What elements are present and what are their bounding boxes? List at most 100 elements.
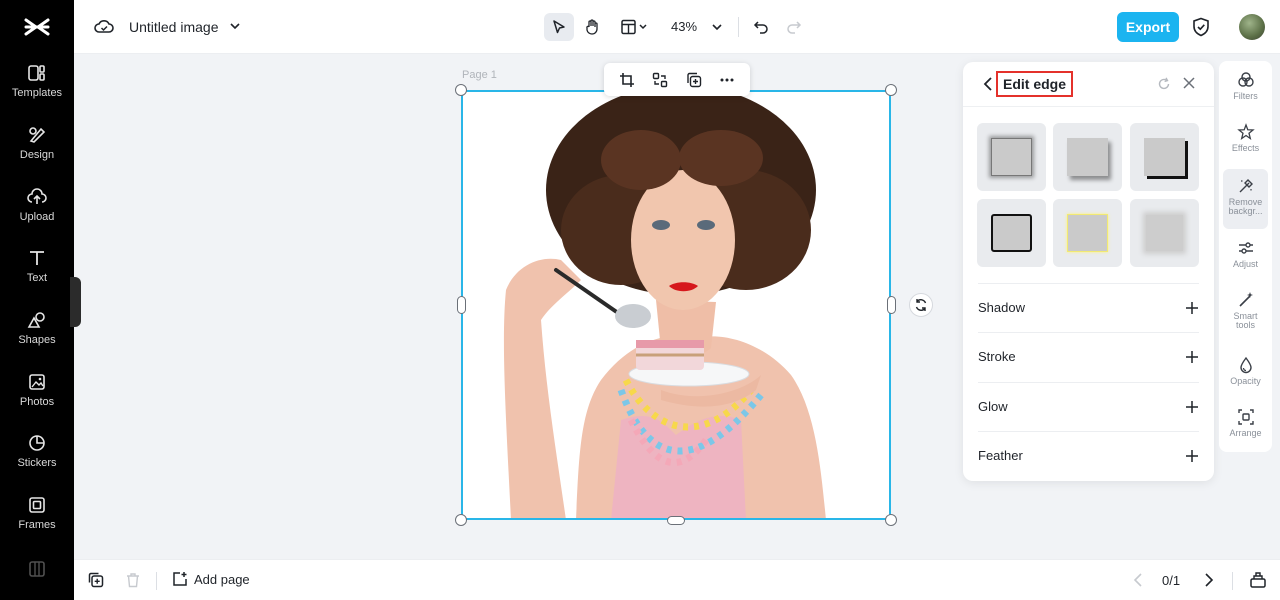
- sidebar-item-photos[interactable]: Photos: [0, 361, 74, 417]
- rail-item-arrange[interactable]: Arrange: [1223, 408, 1268, 454]
- add-page-button[interactable]: Add page: [172, 571, 250, 587]
- chevron-down-icon: [712, 24, 722, 31]
- reset-icon[interactable]: [1157, 77, 1171, 96]
- sidebar-item-more[interactable]: [0, 554, 74, 584]
- photos-icon: [26, 371, 48, 393]
- resize-handle-top-left[interactable]: [455, 84, 467, 96]
- undo-icon: [753, 21, 768, 34]
- rail-item-filters[interactable]: Filters: [1223, 71, 1268, 117]
- cloud-sync-icon[interactable]: [94, 18, 114, 41]
- rail-item-opacity[interactable]: Opacity: [1223, 356, 1268, 402]
- arrange-icon: [1237, 409, 1254, 425]
- adjust-icon: [1238, 242, 1253, 254]
- rotate-button[interactable]: [909, 293, 933, 317]
- preset-glow[interactable]: [1053, 199, 1122, 267]
- option-label: Shadow: [978, 300, 1025, 315]
- sidebar-item-stickers[interactable]: Stickers: [0, 422, 74, 478]
- rail-item-effects[interactable]: Effects: [1223, 123, 1268, 169]
- rotate-icon: [915, 299, 927, 311]
- preset-drop-shadow[interactable]: [1053, 123, 1122, 191]
- rail-item-label: Remove backgr...: [1228, 197, 1263, 216]
- preset-soft-shadow[interactable]: [977, 123, 1046, 191]
- smart-tools-icon: [1238, 292, 1253, 307]
- sidebar-item-upload[interactable]: Upload: [0, 176, 74, 232]
- text-icon: [26, 247, 48, 269]
- hand-tool-button[interactable]: [578, 13, 608, 41]
- prev-page-icon[interactable]: [1133, 573, 1143, 592]
- resize-handle-bottom-right[interactable]: [885, 514, 897, 526]
- document-title[interactable]: Untitled image: [129, 19, 219, 35]
- replace-button[interactable]: [647, 67, 673, 93]
- rail-item-label: Smart tools: [1233, 311, 1258, 330]
- expand-pages-icon[interactable]: [1249, 571, 1267, 594]
- crop-icon: [619, 72, 634, 87]
- preset-feather[interactable]: [1130, 199, 1199, 267]
- sidebar-item-label: Upload: [19, 210, 55, 223]
- resize-handle-bottom-left[interactable]: [455, 514, 467, 526]
- resize-handle-right[interactable]: [887, 296, 896, 314]
- add-page-label: Add page: [194, 571, 250, 587]
- resize-handle-left[interactable]: [457, 296, 466, 314]
- back-icon[interactable]: [983, 76, 993, 97]
- duplicate-page-icon[interactable]: [88, 572, 104, 593]
- resize-handle-top-right[interactable]: [885, 84, 897, 96]
- hand-icon: [586, 19, 598, 35]
- chevron-down-icon[interactable]: [229, 19, 241, 37]
- sidebar-item-label: Frames: [18, 518, 56, 531]
- sidebar-item-shapes[interactable]: Shapes: [0, 299, 74, 355]
- more-options-button[interactable]: [714, 67, 740, 93]
- sidebar-item-label: Stickers: [17, 456, 57, 469]
- avatar[interactable]: [1239, 14, 1265, 40]
- glow-option[interactable]: Glow: [978, 382, 1199, 430]
- sidebar-item-frames[interactable]: Frames: [0, 484, 74, 540]
- sidebar-item-text[interactable]: Text: [0, 237, 74, 293]
- stroke-option[interactable]: Stroke: [978, 332, 1199, 380]
- resize-handle-bottom[interactable]: [667, 516, 685, 525]
- redo-button[interactable]: [779, 13, 809, 41]
- plus-icon: [1186, 350, 1198, 363]
- pointer-icon: [553, 20, 565, 34]
- rail-item-remove-background[interactable]: Remove backgr...: [1223, 169, 1268, 229]
- plus-icon: [1186, 400, 1198, 413]
- select-tool-button[interactable]: [544, 13, 574, 41]
- shield-icon[interactable]: [1192, 17, 1210, 42]
- undo-button[interactable]: [746, 13, 776, 41]
- shadow-option[interactable]: Shadow: [978, 283, 1199, 331]
- duplicate-button[interactable]: [681, 67, 707, 93]
- sidebar-item-label: Templates: [11, 86, 63, 99]
- crop-button[interactable]: [614, 67, 640, 93]
- rail-item-adjust[interactable]: Adjust: [1223, 239, 1268, 285]
- frames-icon: [26, 494, 48, 516]
- sidebar-item-design[interactable]: Design: [0, 114, 74, 170]
- preset-stroke[interactable]: [977, 199, 1046, 267]
- feather-option[interactable]: Feather: [978, 431, 1199, 479]
- sidebar-collapse-handle[interactable]: [70, 277, 81, 327]
- zoom-level[interactable]: 43%: [671, 19, 697, 34]
- zoom-dropdown-button[interactable]: [702, 13, 732, 41]
- shapes-icon: [26, 309, 48, 331]
- remove-background-icon: [1239, 179, 1253, 193]
- plus-icon: [1186, 301, 1198, 314]
- plus-icon: [1186, 449, 1198, 462]
- next-page-icon[interactable]: [1204, 573, 1214, 592]
- woman-with-cake-photo[interactable]: [461, 90, 891, 520]
- page-label: Page 1: [462, 69, 497, 81]
- sidebar-item-label: Photos: [19, 395, 55, 408]
- sidebar-item-templates[interactable]: Templates: [0, 52, 74, 108]
- option-label: Feather: [978, 448, 1023, 463]
- filters-icon: [1237, 72, 1254, 87]
- layout-dropdown-button[interactable]: [615, 13, 655, 41]
- page-counter: 0/1: [1162, 573, 1181, 588]
- rail-item-smart-tools[interactable]: Smart tools: [1223, 291, 1268, 349]
- export-button[interactable]: Export: [1117, 12, 1179, 42]
- opacity-icon: [1239, 356, 1252, 374]
- toolbar-divider: [738, 17, 739, 37]
- preset-hard-shadow[interactable]: [1130, 123, 1199, 191]
- design-icon: [26, 124, 48, 146]
- right-tool-rail: Filters Effects Remove backgr... Adjust …: [1219, 61, 1272, 452]
- close-icon[interactable]: [1182, 76, 1196, 95]
- trash-icon[interactable]: [125, 572, 141, 593]
- upload-icon: [26, 186, 48, 208]
- capcut-logo[interactable]: [0, 10, 74, 44]
- canvas-page[interactable]: [461, 90, 891, 520]
